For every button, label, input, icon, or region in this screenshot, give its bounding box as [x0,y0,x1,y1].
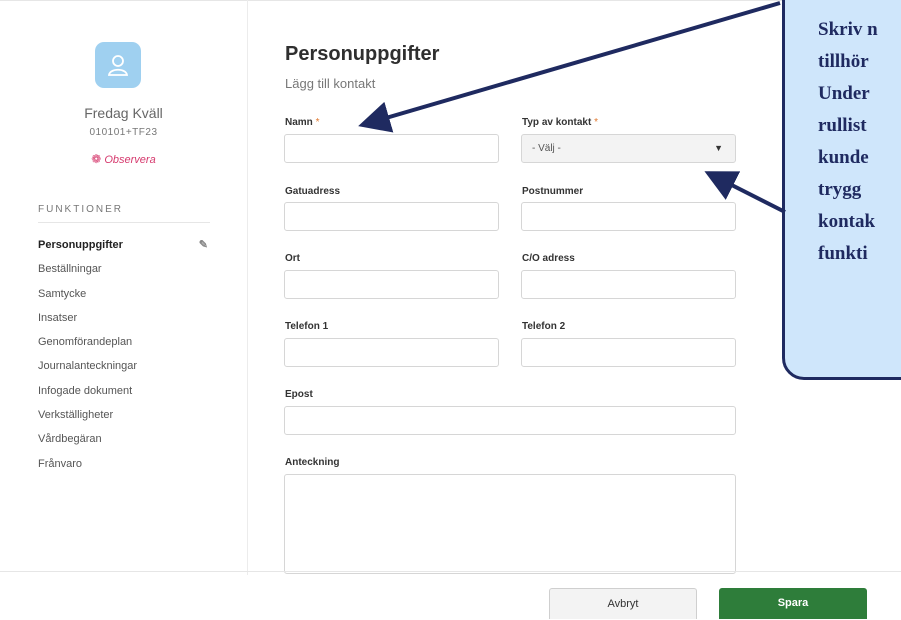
arrow-to-contact-type [704,171,786,214]
arrow-to-name-field [358,1,781,133]
callout-arrows [358,1,786,214]
